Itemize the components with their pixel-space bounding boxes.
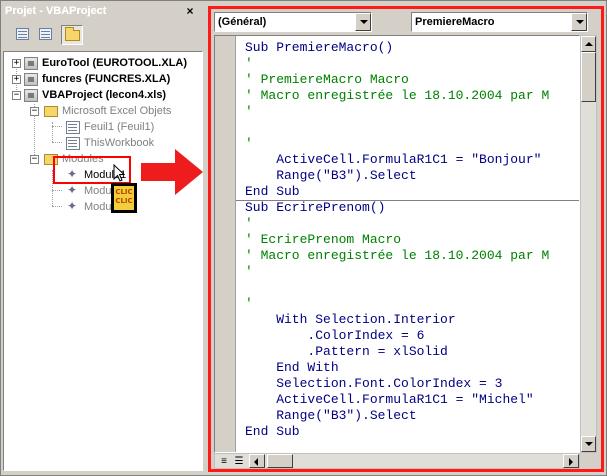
- full-module-view-icon[interactable]: ☰: [232, 455, 246, 468]
- tree-connector: [52, 126, 62, 128]
- code-line[interactable]: End With: [245, 360, 338, 376]
- code-window: (Général) PremiereMacro Sub PremiereMacr…: [208, 6, 604, 472]
- vba-project-icon: [24, 73, 38, 86]
- scroll-right-button[interactable]: [563, 454, 579, 468]
- code-editor[interactable]: Sub PremiereMacro() ' ' PremiereMacro Macr…: [214, 35, 580, 453]
- form-view-icon: [39, 28, 52, 40]
- vertical-scrollbar[interactable]: [580, 35, 597, 453]
- module-icon: [66, 199, 80, 214]
- project-tree: + EuroTool (EUROTOOL.XLA) + funcres (FUN…: [3, 51, 203, 471]
- code-line[interactable]: .ColorIndex = 6: [245, 328, 424, 344]
- code-line[interactable]: End Sub: [245, 184, 300, 200]
- code-line[interactable]: ': [245, 56, 253, 72]
- scroll-thumb[interactable]: [581, 52, 596, 102]
- tree-item-funcres[interactable]: funcres (FUNCRES.XLA): [42, 71, 170, 87]
- vba-project-icon: [24, 57, 38, 70]
- object-combo-value: (Général): [218, 16, 267, 28]
- click-badge-face: CLIC CLIC: [114, 186, 134, 210]
- scroll-left-button[interactable]: [249, 454, 265, 468]
- project-explorer-titlebar: Projet - VBAProject ×: [3, 3, 201, 20]
- code-line[interactable]: ' PremiereMacro Macro: [245, 72, 409, 88]
- code-line[interactable]: Sub PremiereMacro(): [245, 40, 393, 56]
- code-line[interactable]: ' EcrirePrenom Macro: [245, 232, 401, 248]
- resize-corner: [580, 453, 597, 469]
- vbe-window: Projet - VBAProject × + EuroTool (EUROTO…: [0, 0, 607, 476]
- folder-icon: [65, 27, 80, 41]
- collapse-icon[interactable]: −: [30, 107, 39, 116]
- code-line[interactable]: ' Macro enregistrée le 18.10.2004 par M: [245, 88, 549, 104]
- worksheet-icon: [66, 121, 80, 134]
- scroll-down-button[interactable]: [581, 436, 596, 452]
- code-line[interactable]: ' Macro enregistrée le 18.10.2004 par M: [245, 248, 549, 264]
- expand-icon[interactable]: +: [12, 59, 21, 68]
- procedure-view-icon[interactable]: ≡: [217, 455, 231, 468]
- tree-connector: [52, 142, 62, 144]
- expand-icon[interactable]: +: [12, 75, 21, 84]
- code-line[interactable]: ': [245, 216, 253, 232]
- tree-item-module2[interactable]: Modu: [84, 183, 112, 199]
- horizontal-scrollbar[interactable]: ≡ ☰: [214, 453, 580, 469]
- tree-connector: [52, 122, 54, 142]
- code-line[interactable]: ': [245, 136, 253, 152]
- code-line[interactable]: ActiveCell.FormulaR1C1 = "Michel": [245, 392, 533, 408]
- code-line[interactable]: Range("B3").Select: [245, 408, 416, 424]
- code-line[interactable]: With Selection.Interior: [245, 312, 455, 328]
- tree-item-feuil1[interactable]: Feuil1 (Feuil1): [84, 119, 154, 135]
- code-line[interactable]: End Sub: [245, 424, 300, 440]
- workbook-icon: [66, 137, 80, 150]
- collapse-icon[interactable]: −: [12, 91, 21, 100]
- object-combo[interactable]: (Général): [214, 12, 372, 32]
- view-object-button[interactable]: [35, 25, 57, 45]
- code-view-icon: [16, 28, 29, 40]
- tree-item-vbaproject[interactable]: VBAProject (lecon4.xls): [42, 87, 166, 103]
- code-line[interactable]: Selection.Font.ColorIndex = 3: [245, 376, 502, 392]
- chevron-down-icon[interactable]: [571, 13, 587, 31]
- collapse-icon[interactable]: −: [30, 155, 39, 164]
- tree-item-module3[interactable]: Modul: [84, 199, 114, 215]
- horizontal-scroll-thumb[interactable]: [267, 454, 293, 468]
- project-explorer-toolbar: [3, 21, 203, 51]
- margin-indicator-bar[interactable]: [215, 36, 236, 452]
- click-badge: CLIC CLIC: [111, 183, 137, 213]
- tree-item-excel-objects[interactable]: Microsoft Excel Objets: [62, 103, 171, 119]
- tree-item-eurotool[interactable]: EuroTool (EUROTOOL.XLA): [42, 55, 187, 71]
- toggle-folders-button[interactable]: [61, 25, 83, 45]
- close-icon[interactable]: ×: [183, 4, 197, 18]
- project-explorer-title: Projet - VBAProject: [5, 5, 107, 17]
- folder-icon: [44, 106, 58, 117]
- code-line[interactable]: ': [245, 296, 253, 312]
- tree-connector: [52, 206, 62, 208]
- red-arrow-icon: [141, 149, 203, 195]
- code-line[interactable]: Sub EcrirePrenom(): [245, 200, 385, 216]
- scroll-up-button[interactable]: [581, 36, 596, 52]
- code-line[interactable]: .Pattern = xlSolid: [245, 344, 447, 360]
- vba-project-icon: [24, 89, 38, 102]
- procedure-combo[interactable]: PremiereMacro: [411, 12, 588, 32]
- project-explorer-pane: Projet - VBAProject × + EuroTool (EUROTO…: [3, 3, 203, 471]
- code-line[interactable]: ': [245, 104, 253, 120]
- procedure-combo-value: PremiereMacro: [415, 16, 495, 28]
- code-line[interactable]: ': [245, 264, 253, 280]
- tree-connector: [52, 190, 62, 192]
- code-line[interactable]: ActiveCell.FormulaR1C1 = "Bonjour": [245, 152, 541, 168]
- click-badge-label: CLIC CLIC: [115, 188, 133, 205]
- view-code-button[interactable]: [12, 25, 34, 45]
- module-icon: [66, 183, 80, 198]
- chevron-down-icon[interactable]: [355, 13, 371, 31]
- code-line[interactable]: Range("B3").Select: [245, 168, 416, 184]
